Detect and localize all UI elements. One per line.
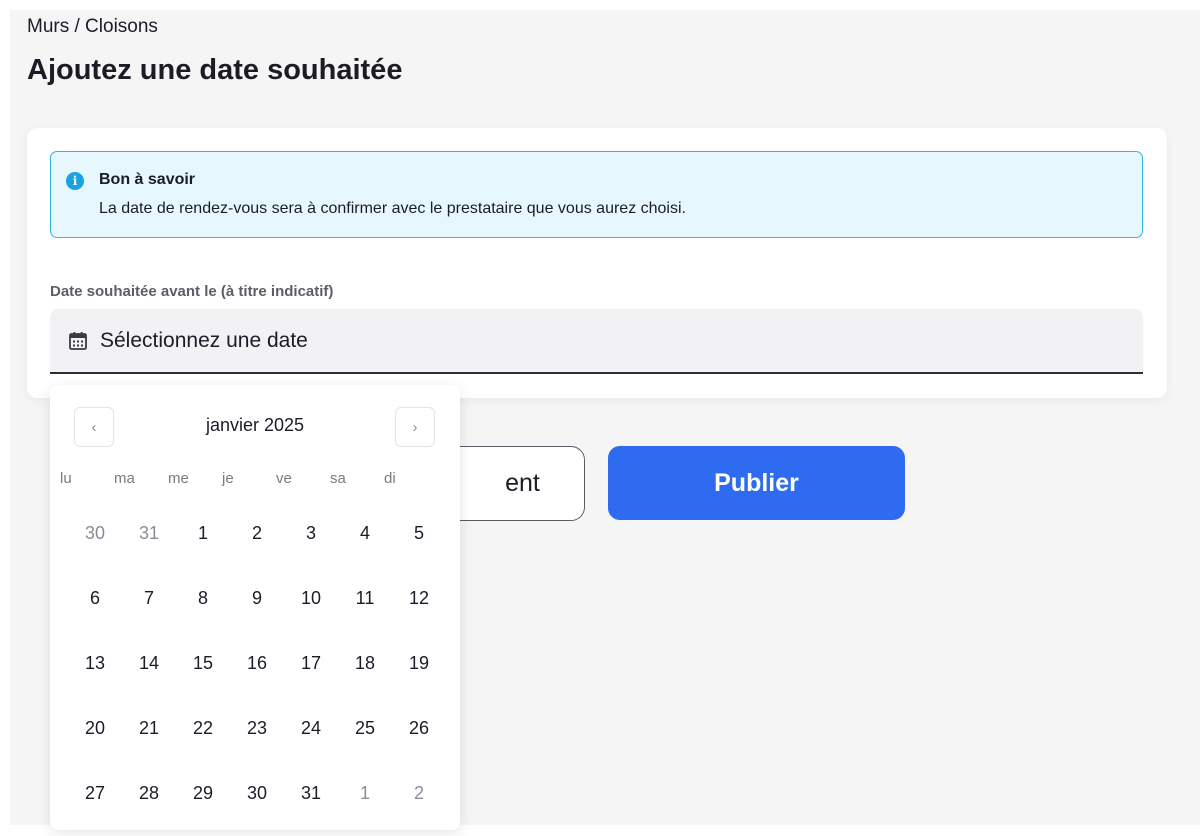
calendar-icon: [69, 331, 87, 350]
date-input[interactable]: Sélectionnez une date: [50, 309, 1143, 374]
calendar-day[interactable]: 14: [122, 641, 176, 686]
calendar-day[interactable]: 5: [392, 511, 446, 556]
datepicker-popup: ‹ janvier 2025 › lu ma me je ve sa di 30…: [50, 385, 460, 830]
calendar-day[interactable]: 13: [68, 641, 122, 686]
calendar-day[interactable]: 22: [176, 706, 230, 751]
calendar-day[interactable]: 7: [122, 576, 176, 621]
calendar-day[interactable]: 20: [68, 706, 122, 751]
calendar-day-outside-month[interactable]: 31: [122, 511, 176, 556]
secondary-button-label: ent: [505, 469, 540, 497]
calendar-day[interactable]: 12: [392, 576, 446, 621]
calendar-day[interactable]: 25: [338, 706, 392, 751]
publish-button[interactable]: Publier: [608, 446, 905, 520]
calendar-day[interactable]: 23: [230, 706, 284, 751]
calendar-day[interactable]: 21: [122, 706, 176, 751]
calendar-day-outside-month[interactable]: 2: [392, 771, 446, 816]
calendar-day[interactable]: 28: [122, 771, 176, 816]
info-callout: i Bon à savoir La date de rendez-vous se…: [50, 151, 1143, 238]
chevron-right-icon: ›: [412, 418, 418, 436]
calendar-day[interactable]: 2: [230, 511, 284, 556]
calendar-day[interactable]: 26: [392, 706, 446, 751]
weekday-label: lu: [60, 470, 72, 487]
datepicker-weekdays: lu ma me je ve sa di: [60, 470, 438, 487]
calendar-day[interactable]: 19: [392, 641, 446, 686]
date-card: i Bon à savoir La date de rendez-vous se…: [27, 128, 1167, 398]
calendar-day[interactable]: 18: [338, 641, 392, 686]
calendar-day[interactable]: 27: [68, 771, 122, 816]
weekday-label: me: [168, 470, 189, 487]
calendar-day[interactable]: 3: [284, 511, 338, 556]
calendar-day-outside-month[interactable]: 1: [338, 771, 392, 816]
calendar-day[interactable]: 4: [338, 511, 392, 556]
date-placeholder: Sélectionnez une date: [100, 328, 308, 352]
calendar-day[interactable]: 6: [68, 576, 122, 621]
calendar-day[interactable]: 15: [176, 641, 230, 686]
calendar-day[interactable]: 16: [230, 641, 284, 686]
breadcrumb[interactable]: Murs / Cloisons: [27, 16, 158, 38]
weekday-label: sa: [330, 470, 346, 487]
calendar-day[interactable]: 10: [284, 576, 338, 621]
info-text: La date de rendez-vous sera à confirmer …: [99, 200, 686, 217]
next-month-button[interactable]: ›: [395, 407, 435, 447]
calendar-day[interactable]: 11: [338, 576, 392, 621]
weekday-label: ma: [114, 470, 135, 487]
calendar-day-outside-month[interactable]: 30: [68, 511, 122, 556]
page-container: Murs / Cloisons Ajoutez une date souhait…: [10, 10, 1200, 830]
calendar-day[interactable]: 8: [176, 576, 230, 621]
info-icon: i: [66, 172, 84, 190]
calendar-day[interactable]: 17: [284, 641, 338, 686]
date-field-label: Date souhaitée avant le (à titre indicat…: [50, 283, 334, 300]
calendar-day[interactable]: 29: [176, 771, 230, 816]
info-title: Bon à savoir: [99, 171, 196, 188]
weekday-label: je: [222, 470, 234, 487]
datepicker-days-grid: 30 31 1 2 3 4 5 6 7 8 9 10 11 12 13 14 15 16 17 18 19 20 21 22 2…: [68, 511, 446, 836]
calendar-day[interactable]: 30: [230, 771, 284, 816]
calendar-day[interactable]: 9: [230, 576, 284, 621]
calendar-day[interactable]: 1: [176, 511, 230, 556]
page-title: Ajoutez une date souhaitée: [27, 54, 403, 86]
weekday-label: ve: [276, 470, 292, 487]
calendar-day[interactable]: 31: [284, 771, 338, 816]
weekday-label: di: [384, 470, 396, 487]
calendar-day[interactable]: 24: [284, 706, 338, 751]
